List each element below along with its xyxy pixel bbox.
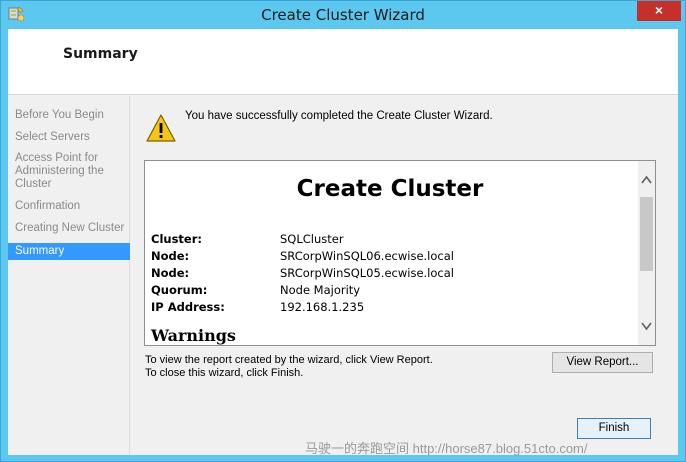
chevron-up-icon[interactable]: [641, 175, 652, 185]
report-details: Cluster: SQLCluster Node: SRCorpWinSQL06…: [151, 230, 454, 315]
report-value: 192.168.1.235: [280, 299, 365, 314]
step-before-you-begin[interactable]: Before You Begin: [8, 109, 130, 122]
report-row: IP Address: 192.168.1.235: [151, 298, 454, 315]
report-scrollbar[interactable]: [638, 161, 655, 345]
report-row: Node: SRCorpWinSQL06.ecwise.local: [151, 247, 454, 264]
view-report-hint: To view the report created by the wizard…: [145, 354, 433, 366]
step-creating-new-cluster[interactable]: Creating New Cluster: [8, 222, 130, 235]
report-row: Quorum: Node Majority: [151, 281, 454, 298]
report-key: Node:: [151, 265, 190, 280]
wizard-client-area: Summary Before You Begin Select Servers …: [8, 29, 678, 455]
report-value: Node Majority: [280, 282, 361, 297]
report-title: Create Cluster: [296, 176, 484, 202]
close-button[interactable]: ×: [637, 1, 681, 21]
step-access-point[interactable]: Access Point for Administering the Clust…: [8, 152, 108, 191]
wizard-window: Create Cluster Wizard × Summary Before Y…: [0, 0, 686, 462]
finish-hint: To close this wizard, click Finish.: [145, 367, 304, 379]
report-key: Quorum:: [151, 282, 208, 297]
report-key: Node:: [151, 248, 190, 263]
wizard-step-list: Before You Begin Select Servers Access P…: [8, 96, 130, 455]
report-row: Node: SRCorpWinSQL05.ecwise.local: [151, 264, 454, 281]
report-viewer[interactable]: Create Cluster Cluster: SQLCluster Node:…: [144, 160, 656, 346]
finish-button[interactable]: Finish: [577, 418, 651, 439]
step-confirmation[interactable]: Confirmation: [8, 200, 130, 213]
title-bar[interactable]: Create Cluster Wizard ×: [1, 1, 685, 29]
report-row: Cluster: SQLCluster: [151, 230, 454, 247]
chevron-down-icon[interactable]: [641, 321, 652, 331]
window-title: Create Cluster Wizard: [261, 6, 425, 24]
success-message: You have successfully completed the Crea…: [185, 110, 493, 122]
page-header: Summary: [8, 29, 678, 95]
step-select-servers[interactable]: Select Servers: [8, 131, 130, 144]
warning-icon: [146, 114, 176, 142]
watermark: 马驶一的奔跑空间 http://horse87.blog.51cto.com/: [305, 441, 588, 456]
page-title: Summary: [63, 46, 138, 62]
report-value: SRCorpWinSQL06.ecwise.local: [280, 248, 454, 263]
warnings-heading: Warnings: [151, 326, 236, 345]
scrollbar-thumb[interactable]: [640, 197, 653, 271]
report-value: SRCorpWinSQL05.ecwise.local: [280, 265, 454, 280]
summary-panel: You have successfully completed the Crea…: [131, 96, 678, 455]
report-key: IP Address:: [151, 299, 225, 314]
report-key: Cluster:: [151, 231, 202, 246]
report-value: SQLCluster: [280, 231, 344, 246]
step-summary[interactable]: Summary: [8, 243, 130, 260]
view-report-button[interactable]: View Report...: [552, 352, 653, 373]
